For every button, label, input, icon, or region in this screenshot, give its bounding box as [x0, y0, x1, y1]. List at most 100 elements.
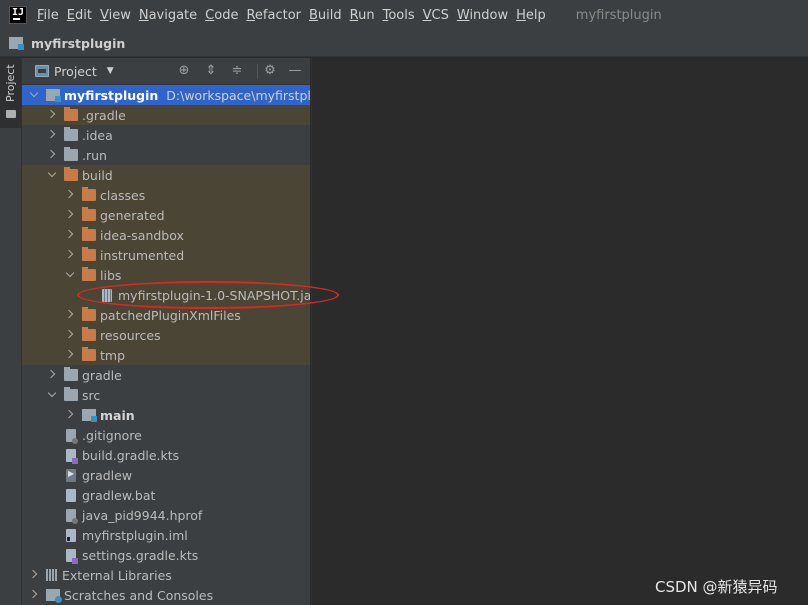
hide-panel-icon[interactable]: — — [287, 63, 303, 79]
tree-node-tmp[interactable]: tmp — [22, 345, 310, 365]
kotlin-script-file-icon — [66, 448, 78, 464]
chevron-right-icon[interactable] — [64, 309, 76, 321]
module-folder-icon — [46, 89, 61, 102]
tree-node-label: main — [100, 407, 135, 423]
chevron-down-icon[interactable] — [46, 389, 58, 401]
tree-node-myfirstplugin-1-0-snapshot-jar[interactable]: myfirstplugin-1.0-SNAPSHOT.jar — [22, 285, 310, 305]
text-file-icon — [66, 488, 76, 502]
tree-node-settings-gradle-kts[interactable]: settings.gradle.kts — [22, 545, 310, 565]
tree-node-label: gradle — [82, 367, 122, 383]
hprof-file-icon — [66, 508, 78, 524]
menu-window[interactable]: Window — [457, 8, 508, 23]
tree-node-external-libraries[interactable]: External Libraries — [22, 565, 310, 585]
menu-refactor[interactable]: Refactor — [246, 8, 301, 23]
tree-node-libs[interactable]: libs — [22, 265, 310, 285]
chevron-right-icon[interactable] — [64, 229, 76, 241]
tree-node-myfirstplugin[interactable]: myfirstplugin D:\workspace\myfirstplugi — [22, 85, 310, 105]
tree-node-build-gradle-kts[interactable]: build.gradle.kts — [22, 445, 310, 465]
tree-node-label: settings.gradle.kts — [82, 547, 199, 563]
chevron-right-icon[interactable] — [64, 409, 76, 421]
tree-node-myfirstplugin-iml[interactable]: myfirstplugin.iml — [22, 525, 310, 545]
navigation-bar: myfirstplugin — [0, 30, 808, 57]
tree-node-gradlew[interactable]: gradlew — [22, 465, 310, 485]
menu-vcs[interactable]: VCS — [423, 8, 449, 23]
menu-code[interactable]: Code — [205, 8, 238, 23]
menu-help[interactable]: Help — [516, 8, 546, 23]
tree-node-label: tmp — [100, 347, 126, 363]
menu-file[interactable]: File — [37, 8, 59, 23]
chevron-down-icon[interactable] — [46, 169, 58, 181]
tree-node-gitignore[interactable]: .gitignore — [22, 425, 310, 445]
tree-node-classes[interactable]: classes — [22, 185, 310, 205]
menu-tools[interactable]: Tools — [383, 8, 415, 23]
tree-node-generated[interactable]: generated — [22, 205, 310, 225]
intellij-logo-icon: IJ — [9, 6, 27, 24]
gear-icon[interactable]: ⚙ — [262, 63, 278, 79]
orange-folder-icon — [82, 347, 96, 361]
no-arrow — [46, 529, 58, 541]
chevron-right-icon[interactable] — [46, 149, 58, 161]
tree-node-label: classes — [100, 187, 146, 203]
tree-node-java-pid9944-hprof[interactable]: java_pid9944.hprof — [22, 505, 310, 525]
tree-node-label: java_pid9944.hprof — [82, 507, 203, 523]
chevron-right-icon[interactable] — [28, 589, 40, 601]
header-divider — [257, 64, 258, 79]
tree-node-instrumented[interactable]: instrumented — [22, 245, 310, 265]
no-arrow — [46, 449, 58, 461]
chevron-right-icon[interactable] — [64, 349, 76, 361]
no-arrow — [46, 509, 58, 521]
project-tool-window-button[interactable]: Project — [0, 58, 21, 128]
jar-file-icon — [102, 288, 112, 302]
no-arrow — [46, 429, 58, 441]
chevron-right-icon[interactable] — [46, 109, 58, 121]
libraries-icon — [46, 569, 58, 581]
no-arrow — [46, 489, 58, 501]
tree-node-idea-sandbox[interactable]: idea-sandbox — [22, 225, 310, 245]
menu-navigate[interactable]: Navigate — [139, 8, 197, 23]
chevron-right-icon[interactable] — [64, 189, 76, 201]
tree-node-idea[interactable]: .idea — [22, 125, 310, 145]
select-opened-file-icon[interactable]: ⊕ — [176, 63, 192, 79]
tree-node-gradle[interactable]: .gradle — [22, 105, 310, 125]
module-folder-icon — [82, 409, 97, 422]
tree-node-label: gradlew.bat — [82, 487, 156, 503]
tree-node-src[interactable]: src — [22, 385, 310, 405]
project-view-selector[interactable]: Project — [54, 64, 97, 79]
no-arrow — [46, 469, 58, 481]
project-view-icon — [35, 65, 49, 77]
breadcrumb-project[interactable]: myfirstplugin — [31, 36, 125, 51]
tree-node-label: Scratches and Consoles — [64, 587, 214, 603]
chevron-right-icon[interactable] — [46, 129, 58, 141]
chevron-down-icon[interactable]: ▼ — [107, 66, 114, 76]
watermark: CSDN @新猿异码 — [655, 578, 778, 596]
chevron-down-icon[interactable] — [28, 89, 40, 101]
orange-folder-icon — [82, 187, 96, 201]
chevron-right-icon[interactable] — [64, 209, 76, 221]
tree-node-run[interactable]: .run — [22, 145, 310, 165]
chevron-right-icon[interactable] — [64, 329, 76, 341]
tree-node-build[interactable]: build — [22, 165, 310, 185]
menu-run[interactable]: Run — [350, 8, 375, 23]
tree-node-gradlew-bat[interactable]: gradlew.bat — [22, 485, 310, 505]
tree-node-label: build.gradle.kts — [82, 447, 180, 463]
chevron-right-icon[interactable] — [46, 369, 58, 381]
tree-node-main[interactable]: main — [22, 405, 310, 425]
menu-view[interactable]: View — [100, 8, 131, 23]
orange-folder-icon — [82, 327, 96, 341]
expand-all-icon[interactable]: ⇕ — [203, 63, 219, 79]
chevron-down-icon[interactable] — [64, 269, 76, 281]
collapse-all-icon[interactable]: ≑ — [229, 63, 245, 79]
tree-node-scratches-and-consoles[interactable]: Scratches and Consoles — [22, 585, 310, 605]
tree-node-label: .gradle — [82, 107, 126, 123]
folder-icon — [64, 367, 78, 381]
chevron-right-icon[interactable] — [64, 249, 76, 261]
tree-node-resources[interactable]: resources — [22, 325, 310, 345]
menu-edit[interactable]: Edit — [67, 8, 92, 23]
orange-folder-icon — [64, 107, 78, 121]
tree-node-gradle[interactable]: gradle — [22, 365, 310, 385]
chevron-right-icon[interactable] — [28, 569, 40, 581]
tree-node-patchedpluginxmlfiles[interactable]: patchedPluginXmlFiles — [22, 305, 310, 325]
tree-node-label: myfirstplugin — [64, 87, 159, 103]
module-folder-icon — [9, 37, 24, 50]
menu-build[interactable]: Build — [309, 8, 342, 23]
